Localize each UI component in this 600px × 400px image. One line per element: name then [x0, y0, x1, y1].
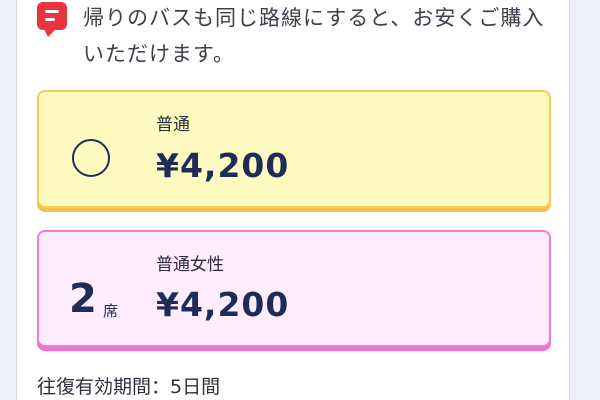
message-icon-line — [45, 18, 55, 21]
seat-count: 2 — [69, 276, 97, 322]
fare-price: ¥4,200 — [156, 285, 290, 324]
validity-period: 往復有効期間：5日間 — [37, 376, 221, 398]
message-icon-line — [45, 10, 59, 13]
fare-type-label: 普通女性 — [156, 255, 224, 275]
fare-panel: 帰りのバスも同じ路線にすると、お安くご購入いただけます。 普通 ¥4,200 2… — [16, 0, 570, 400]
fare-option-regular[interactable]: 普通 ¥4,200 — [37, 90, 551, 208]
fare-option-female[interactable]: 2 席 普通女性 ¥4,200 — [37, 230, 551, 347]
fare-type-label: 普通 — [156, 115, 190, 135]
message-icon — [37, 2, 67, 37]
seat-unit: 席 — [103, 302, 119, 320]
round-trip-notice: 帰りのバスも同じ路線にすると、お安くご購入いただけます。 — [83, 6, 545, 66]
availability-circle-icon — [72, 139, 110, 177]
fare-price: ¥4,200 — [156, 146, 290, 185]
